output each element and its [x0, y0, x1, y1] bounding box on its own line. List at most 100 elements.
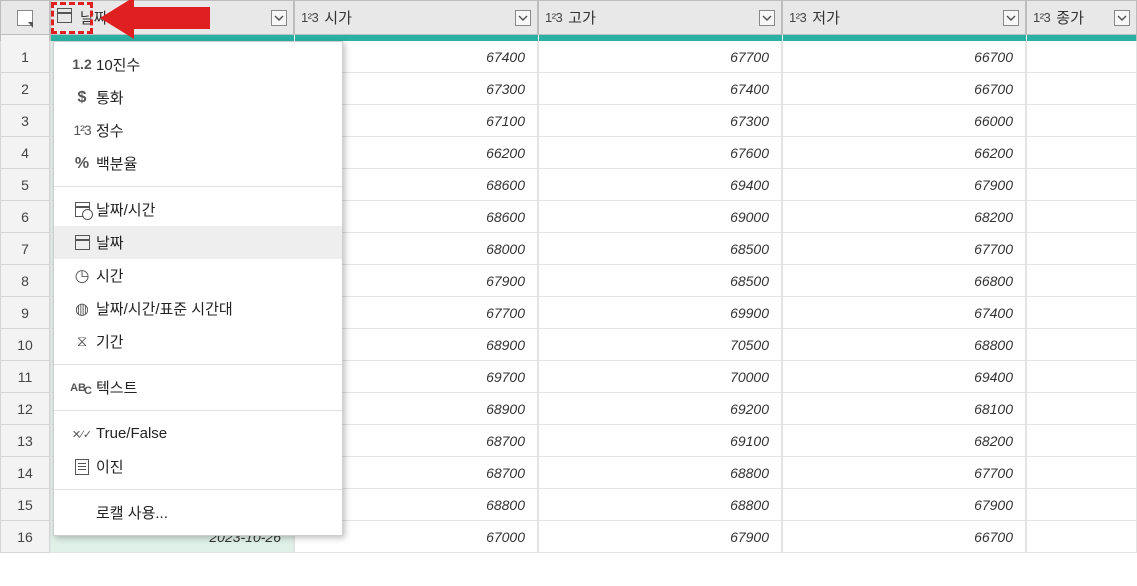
type-calendar-icon[interactable]: [57, 8, 72, 27]
type-menu-label: 날짜/시간/표준 시간대: [96, 298, 233, 319]
row-header[interactable]: 2: [0, 73, 50, 105]
cell-number[interactable]: 67900: [782, 489, 1026, 521]
cell-number[interactable]: 66000: [782, 105, 1026, 137]
type-menu-label: 날짜/시간: [96, 199, 155, 220]
type-menu-item[interactable]: 날짜/시간/표준 시간대: [54, 292, 342, 325]
column-header[interactable]: 저가: [782, 0, 1026, 35]
cell-number[interactable]: 66700: [782, 521, 1026, 553]
type-menu-item[interactable]: True/False: [54, 417, 342, 450]
cell-number[interactable]: [1026, 73, 1137, 105]
row-header[interactable]: 14: [0, 457, 50, 489]
row-header[interactable]: 1: [0, 41, 50, 73]
cell-number[interactable]: 67700: [538, 41, 782, 73]
cell-number[interactable]: 70500: [538, 329, 782, 361]
row-header[interactable]: 6: [0, 201, 50, 233]
type-menu-item[interactable]: 통화: [54, 81, 342, 114]
cell-number[interactable]: [1026, 41, 1137, 73]
row-header[interactable]: 11: [0, 361, 50, 393]
column-header-label: 날짜: [80, 7, 271, 28]
type-menu-item[interactable]: 이진: [54, 450, 342, 483]
row-header[interactable]: 15: [0, 489, 50, 521]
cell-number[interactable]: 66700: [782, 73, 1026, 105]
row-header[interactable]: 12: [0, 393, 50, 425]
cell-number[interactable]: 68800: [538, 489, 782, 521]
cell-number[interactable]: 66200: [782, 137, 1026, 169]
type-menu-label: 텍스트: [96, 377, 137, 398]
column-header[interactable]: 시가: [294, 0, 538, 35]
cell-number[interactable]: [1026, 457, 1137, 489]
column-filter-button[interactable]: [271, 10, 287, 26]
cell-number[interactable]: 69000: [538, 201, 782, 233]
cell-number[interactable]: [1026, 329, 1137, 361]
type-menu-item[interactable]: 텍스트: [54, 371, 342, 404]
cell-number[interactable]: 68200: [782, 201, 1026, 233]
cell-number[interactable]: [1026, 137, 1137, 169]
cell-number[interactable]: [1026, 105, 1137, 137]
type-menu-item[interactable]: 백분율: [54, 147, 342, 180]
type-number-icon[interactable]: [301, 10, 318, 25]
type-menu-locale[interactable]: 로캘 사용...: [54, 496, 342, 529]
cell-number[interactable]: 69200: [538, 393, 782, 425]
cell-number[interactable]: 67900: [782, 169, 1026, 201]
menu-separator: [54, 186, 342, 187]
cell-number[interactable]: 67300: [538, 105, 782, 137]
type-number-icon[interactable]: [545, 10, 562, 25]
type-menu-item[interactable]: 10진수: [54, 48, 342, 81]
row-header[interactable]: 9: [0, 297, 50, 329]
cell-number[interactable]: 68800: [782, 329, 1026, 361]
column-header[interactable]: 종가: [1026, 0, 1137, 35]
column-filter-button[interactable]: [1114, 10, 1130, 26]
cell-number[interactable]: 68200: [782, 425, 1026, 457]
column-filter-button[interactable]: [1003, 10, 1019, 26]
cell-number[interactable]: 67400: [782, 297, 1026, 329]
type-menu-item[interactable]: 정수: [54, 114, 342, 147]
type-number-icon[interactable]: [789, 10, 806, 25]
type-menu-label: 정수: [96, 120, 124, 141]
cell-number[interactable]: 67900: [538, 521, 782, 553]
abc-icon: [68, 382, 96, 394]
type-menu-item[interactable]: 날짜: [54, 226, 342, 259]
row-header[interactable]: 7: [0, 233, 50, 265]
select-all-corner[interactable]: [0, 0, 50, 35]
cell-number[interactable]: 69100: [538, 425, 782, 457]
cell-number[interactable]: [1026, 265, 1137, 297]
cell-number[interactable]: 67700: [782, 233, 1026, 265]
cell-number[interactable]: [1026, 233, 1137, 265]
cell-number[interactable]: 69400: [782, 361, 1026, 393]
row-header[interactable]: 13: [0, 425, 50, 457]
type-menu-item[interactable]: 날짜/시간: [54, 193, 342, 226]
cell-number[interactable]: [1026, 169, 1137, 201]
cell-number[interactable]: 68500: [538, 265, 782, 297]
row-header[interactable]: 4: [0, 137, 50, 169]
cell-number[interactable]: 70000: [538, 361, 782, 393]
column-filter-button[interactable]: [515, 10, 531, 26]
column-header[interactable]: 날짜: [50, 0, 294, 35]
cell-number[interactable]: [1026, 393, 1137, 425]
row-header[interactable]: 5: [0, 169, 50, 201]
cell-number[interactable]: [1026, 425, 1137, 457]
cell-number[interactable]: 66800: [782, 265, 1026, 297]
cell-number[interactable]: 69900: [538, 297, 782, 329]
row-header[interactable]: 10: [0, 329, 50, 361]
cell-number[interactable]: 68100: [782, 393, 1026, 425]
type-menu-item[interactable]: 시간: [54, 259, 342, 292]
cell-number[interactable]: 67400: [538, 73, 782, 105]
cell-number[interactable]: [1026, 521, 1137, 553]
cell-number[interactable]: 66700: [782, 41, 1026, 73]
cell-number[interactable]: 68800: [538, 457, 782, 489]
type-number-icon[interactable]: [1033, 10, 1050, 25]
row-header[interactable]: 8: [0, 265, 50, 297]
column-header[interactable]: 고가: [538, 0, 782, 35]
cell-number[interactable]: 69400: [538, 169, 782, 201]
cell-number[interactable]: [1026, 361, 1137, 393]
column-filter-button[interactable]: [759, 10, 775, 26]
cell-number[interactable]: 67600: [538, 137, 782, 169]
type-menu-item[interactable]: 기간: [54, 325, 342, 358]
row-header[interactable]: 16: [0, 521, 50, 553]
cell-number[interactable]: 68500: [538, 233, 782, 265]
row-header[interactable]: 3: [0, 105, 50, 137]
cell-number[interactable]: 67700: [782, 457, 1026, 489]
cell-number[interactable]: [1026, 489, 1137, 521]
cell-number[interactable]: [1026, 297, 1137, 329]
cell-number[interactable]: [1026, 201, 1137, 233]
